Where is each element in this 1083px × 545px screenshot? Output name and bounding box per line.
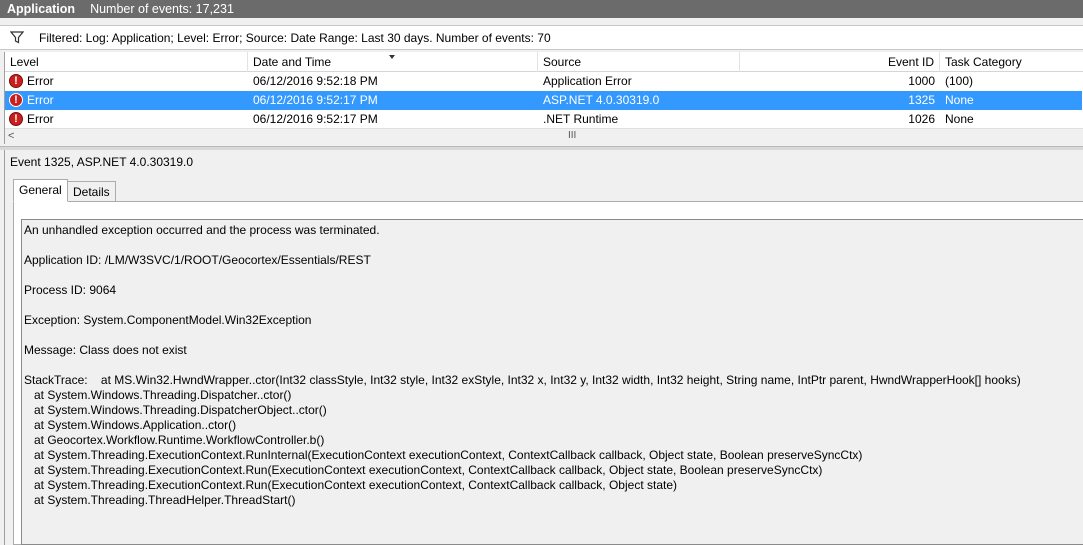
event-row-selected[interactable]: ! Error 06/12/2016 9:52:17 PM ASP.NET 4.…	[5, 91, 1082, 110]
log-title-bar: Application Number of events: 17,231	[0, 0, 1083, 18]
separator	[0, 18, 1083, 25]
error-icon: !	[9, 93, 23, 107]
sort-descending-icon	[389, 55, 395, 59]
column-header-level[interactable]: Level	[5, 52, 248, 72]
horizontal-scrollbar[interactable]: < III	[5, 128, 1083, 144]
filter-bar: Filtered: Log: Application; Level: Error…	[0, 25, 1083, 50]
row-level: Error	[27, 112, 54, 126]
tab-details[interactable]: Details	[67, 181, 116, 202]
log-name: Application	[7, 2, 76, 16]
stack-trace-line: at System.Threading.ExecutionContext.Run…	[24, 448, 863, 462]
stack-trace-line: at Geocortex.Workflow.Runtime.WorkflowCo…	[24, 433, 325, 447]
row-event-id: 1026	[908, 112, 935, 126]
row-date: 06/12/2016 9:52:18 PM	[253, 74, 378, 88]
event-row[interactable]: ! Error 06/12/2016 9:52:17 PM .NET Runti…	[5, 110, 1082, 129]
row-level: Error	[27, 74, 54, 88]
row-task: (100)	[945, 74, 974, 88]
error-icon: !	[9, 112, 23, 126]
grid-header: Level Date and Time Source Event ID Task…	[5, 52, 1083, 72]
error-icon: !	[9, 74, 23, 88]
column-header-source[interactable]: Source	[538, 52, 740, 72]
row-source: .NET Runtime	[543, 112, 619, 126]
tab-general[interactable]: General	[13, 179, 68, 202]
filter-icon[interactable]	[0, 26, 34, 50]
event-row[interactable]: ! Error 06/12/2016 9:52:18 PM Applicatio…	[5, 72, 1082, 91]
row-level: Error	[27, 93, 54, 107]
event-detail-pane: Event 1325, ASP.NET 4.0.30319.0 General …	[4, 150, 1083, 545]
row-date: 06/12/2016 9:52:17 PM	[253, 93, 378, 107]
row-source: Application Error	[543, 74, 632, 88]
stack-trace-line: at System.Threading.ExecutionContext.Run…	[24, 463, 823, 477]
stack-trace-line: at System.Windows.Threading.Dispatcher..…	[24, 388, 292, 402]
scroll-left-icon[interactable]: <	[8, 130, 14, 142]
scrollbar-grip-icon[interactable]: III	[568, 130, 576, 141]
column-header-event-id[interactable]: Event ID	[740, 52, 940, 72]
row-task: None	[945, 112, 974, 126]
stack-trace-line: at System.Threading.ExecutionContext.Run…	[24, 478, 677, 492]
message-line: Message: Class does not exist	[24, 343, 187, 357]
event-count: Number of events: 17,231	[90, 2, 234, 16]
row-event-id: 1325	[908, 93, 935, 107]
row-task: None	[945, 93, 974, 107]
event-detail-title: Event 1325, ASP.NET 4.0.30319.0	[10, 155, 194, 169]
filter-description: Filtered: Log: Application; Level: Error…	[39, 30, 551, 45]
events-grid: Level Date and Time Source Event ID Task…	[4, 52, 1083, 144]
stack-trace-line: at System.Windows.Application..ctor()	[24, 418, 237, 432]
event-message-box[interactable]: An unhandled exception occurred and the …	[21, 219, 1083, 545]
message-line: Exception: System.ComponentModel.Win32Ex…	[24, 313, 312, 327]
stack-trace-line: StackTrace: at MS.Win32.HwndWrapper..cto…	[24, 373, 1021, 387]
column-header-date-label: Date and Time	[253, 55, 332, 69]
message-line: Application ID: /LM/W3SVC/1/ROOT/Geocort…	[24, 253, 371, 267]
stack-trace-line: at System.Windows.Threading.DispatcherOb…	[24, 403, 327, 417]
row-source: ASP.NET 4.0.30319.0	[543, 93, 660, 107]
stack-trace-line: at System.Threading.ThreadHelper.ThreadS…	[24, 493, 296, 507]
column-header-task-category[interactable]: Task Category	[940, 52, 1083, 72]
row-date: 06/12/2016 9:52:17 PM	[253, 112, 378, 126]
message-line: Process ID: 9064	[24, 283, 117, 297]
message-line: An unhandled exception occurred and the …	[24, 223, 380, 237]
row-event-id: 1000	[908, 74, 935, 88]
